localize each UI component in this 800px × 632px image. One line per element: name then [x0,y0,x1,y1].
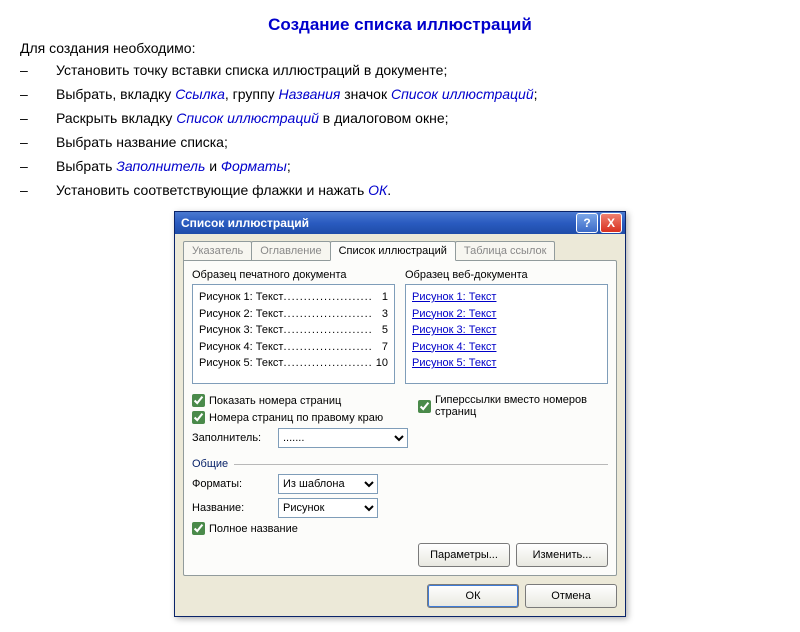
web-preview-line: Рисунок 3: Текст [412,322,601,339]
caption-label: Название: [192,502,272,514]
print-preview-line: Рисунок 3: Текст ......................5 [199,322,388,339]
checkbox-right-align[interactable] [192,411,205,424]
print-preview-box: Рисунок 1: Текст ......................1… [192,284,395,384]
checkbox-show-page-numbers[interactable] [192,394,205,407]
print-preview-line: Рисунок 4: Текст ......................7 [199,339,388,356]
print-preview-line: Рисунок 2: Текст ......................3 [199,306,388,323]
web-preview-line: Рисунок 2: Текст [412,306,601,323]
keyword: Список иллюстраций [176,110,319,126]
keyword: ОК [368,182,387,198]
web-preview-link[interactable]: Рисунок 1: Текст [412,291,496,303]
formats-select[interactable]: Из шаблона [278,474,378,494]
cancel-button[interactable]: Отмена [525,584,617,608]
keyword: Названия [278,86,340,102]
keyword: Ссылка [175,86,225,102]
intro-text: Для создания необходимо: [20,40,780,56]
label-hyperlinks: Гиперссылки вместо номеров страниц [435,394,608,418]
dialog-list-of-figures: Список иллюстраций ? X УказательОглавлен… [174,211,626,617]
caption-select[interactable]: Рисунок [278,498,378,518]
list-item: Выбрать Заполнитель и Форматы; [20,156,780,177]
keyword: Список иллюстраций [391,86,534,102]
print-preview-line: Рисунок 1: Текст ......................1 [199,289,388,306]
instruction-list: Установить точку вставки списка иллюстра… [20,60,780,201]
modify-button[interactable]: Изменить... [516,543,608,567]
list-item: Установить точку вставки списка иллюстра… [20,60,780,81]
ok-button[interactable]: ОК [427,584,519,608]
tab-оглавление[interactable]: Оглавление [251,241,330,260]
page-title: Создание списка иллюстраций [20,15,780,35]
tab-список-иллюстраций[interactable]: Список иллюстраций [330,241,456,261]
list-item: Выбрать название списка; [20,132,780,153]
web-preview-link[interactable]: Рисунок 5: Текст [412,357,496,369]
web-preview-link[interactable]: Рисунок 3: Текст [412,324,496,336]
close-button[interactable]: X [600,213,622,233]
label-full-caption: Полное название [209,523,298,535]
dialog-title: Список иллюстраций [181,216,576,230]
web-preview-link[interactable]: Рисунок 2: Текст [412,308,496,320]
options-button[interactable]: Параметры... [418,543,510,567]
leader-label: Заполнитель: [192,432,272,444]
checkbox-hyperlinks[interactable] [418,400,431,413]
web-preview-line: Рисунок 1: Текст [412,289,601,306]
help-button[interactable]: ? [576,213,598,233]
tab-bar: УказательОглавлениеСписок иллюстрацийТаб… [175,234,625,260]
list-item: Установить соответствующие флажки и нажа… [20,180,780,201]
web-preview-link[interactable]: Рисунок 4: Текст [412,341,496,353]
web-preview-line: Рисунок 4: Текст [412,339,601,356]
label-show-page-numbers: Показать номера страниц [209,395,341,407]
label-right-align: Номера страниц по правому краю [209,412,383,424]
tab-указатель[interactable]: Указатель [183,241,252,260]
print-preview-label: Образец печатного документа [192,269,395,281]
formats-label: Форматы: [192,478,272,490]
leader-select[interactable]: ....... [278,428,408,448]
keyword: Форматы [221,158,287,174]
tab-panel: Образец печатного документа Рисунок 1: Т… [183,260,617,576]
list-item: Раскрыть вкладку Список иллюстраций в ди… [20,108,780,129]
keyword: Заполнитель [116,158,205,174]
print-preview-line: Рисунок 5: Текст ......................1… [199,355,388,372]
web-preview-box: Рисунок 1: Текст Рисунок 2: Текст Рисунок … [405,284,608,384]
tab-таблица-ссылок[interactable]: Таблица ссылок [455,241,556,260]
list-item: Выбрать, вкладку Ссылка, группу Названия… [20,84,780,105]
titlebar[interactable]: Список иллюстраций ? X [175,212,625,234]
web-preview-label: Образец веб-документа [405,269,608,281]
web-preview-line: Рисунок 5: Текст [412,355,601,372]
checkbox-full-caption[interactable] [192,522,205,535]
group-general: Общие [192,458,608,470]
